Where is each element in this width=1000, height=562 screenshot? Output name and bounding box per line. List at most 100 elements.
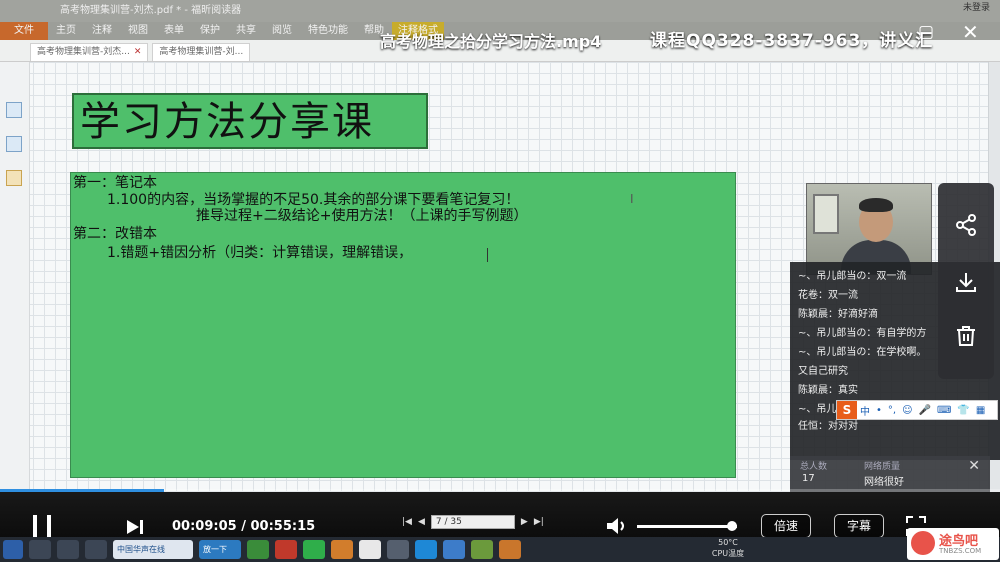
next-page-icon[interactable]: ▶ — [521, 517, 528, 527]
taskview-icon[interactable] — [57, 540, 79, 559]
slide-title: 学习方法分享课 — [80, 99, 374, 145]
volume-knob[interactable] — [727, 521, 737, 531]
ime-fullwidth-icon[interactable]: °, — [888, 405, 896, 416]
chat-message: 花卷：双一流 — [798, 290, 858, 301]
pdf-page-navigator: |◀ ◀ 7 / 35 ▶ ▶| — [402, 514, 602, 530]
slide-heading-notebook: 第一：笔记本 — [73, 175, 157, 191]
next-icon[interactable] — [126, 519, 144, 535]
video-action-rail — [938, 183, 994, 379]
chat-message: 陈颖晨：真实 — [798, 385, 858, 396]
pause-icon[interactable] — [33, 515, 55, 539]
watermark-logo-icon — [911, 531, 935, 555]
video-filename: 高考物理之拾分学习方法.mp4 — [380, 32, 602, 51]
volume-icon[interactable] — [606, 516, 628, 536]
chat-message: ~、吊儿郎当の：有自学的方 — [798, 328, 927, 339]
bookmark-icon[interactable] — [6, 136, 22, 152]
account-status: 未登录 — [962, 3, 990, 13]
chat-message: 陈颖晨：好滴好滴 — [798, 309, 878, 320]
ime-voice-icon[interactable]: 🎤 — [919, 405, 931, 416]
document-tab-label: 高考物理集训营-刘杰... — [37, 47, 130, 57]
first-page-icon[interactable]: |◀ — [402, 517, 412, 527]
slide-title-box: 学习方法分享课 — [72, 93, 428, 149]
video-progress-bar[interactable] — [0, 489, 1000, 492]
menu-home[interactable]: 主页 — [48, 22, 84, 40]
os-taskbar: 中国华声在线 放一下 — [0, 537, 1000, 562]
ime-skin-icon[interactable]: 👕 — [957, 405, 969, 416]
sogou-ime-icon[interactable]: S — [837, 401, 857, 419]
comment-icon[interactable] — [6, 170, 22, 186]
chat-message: 又自己研究 — [798, 366, 848, 377]
video-progress-fill — [0, 489, 164, 492]
total-time: 00:55:15 — [250, 519, 316, 534]
site-watermark: 途鸟吧 TNBZS.COM — [907, 528, 999, 560]
menu-features[interactable]: 特色功能 — [300, 22, 356, 40]
taskbar-app-icon[interactable] — [247, 540, 269, 559]
page-number-input[interactable]: 7 / 35 — [430, 515, 515, 529]
ime-toolbar[interactable]: S 中 • °, ☺ 🎤 ⌨ 👕 ▦ — [836, 400, 998, 420]
wechat-icon[interactable] — [303, 540, 325, 559]
taskbar-app-icon[interactable] — [499, 540, 521, 559]
document-tab-1[interactable]: 高考物理集训营-刘杰... ✕ — [30, 43, 149, 61]
network-quality-label: 网络质量 — [864, 462, 901, 472]
chat-message: ~、吊儿 — [798, 404, 837, 415]
taskbar-app-icon[interactable] — [387, 540, 409, 559]
menu-review[interactable]: 阅览 — [264, 22, 300, 40]
menu-share[interactable]: 共享 — [228, 22, 264, 40]
course-banner: 课程QQ328-3837-963，讲义汇 — [650, 31, 934, 51]
share-icon[interactable] — [954, 213, 978, 237]
room-stats: 总人数 17 网络质量 网络很好 ✕ — [790, 456, 990, 492]
playback-time: 00:09:05 / 00:55:15 — [172, 519, 315, 534]
taskbar-app-icon[interactable] — [331, 540, 353, 559]
start-icon[interactable] — [3, 540, 23, 559]
delete-icon[interactable] — [954, 324, 978, 348]
ime-mode-chinese[interactable]: 中 — [860, 403, 870, 418]
volume-slider[interactable] — [637, 521, 737, 531]
text-caret — [487, 248, 488, 262]
taskbar-browser-item[interactable]: 中国华声在线 — [113, 540, 193, 559]
taskbar-app-icon[interactable] — [471, 540, 493, 559]
subtitle-button[interactable]: 字幕 — [834, 514, 884, 538]
cpu-temp-widget: 50°C CPU温度 — [704, 537, 752, 559]
download-icon[interactable] — [954, 270, 978, 294]
ibeam-cursor-icon: I — [630, 192, 634, 206]
menu-view[interactable]: 视图 — [120, 22, 156, 40]
pdf-window-title: 高考物理集训营-刘杰.pdf * - 福昕阅读器 — [60, 5, 242, 16]
page-thumbnail-icon[interactable] — [6, 102, 22, 118]
cpu-temp-value: 50°C — [718, 538, 738, 547]
prev-page-icon[interactable]: ◀ — [418, 517, 425, 527]
taskbar-app-item[interactable]: 放一下 — [199, 540, 241, 559]
ime-punct-icon[interactable]: • — [876, 405, 882, 416]
menu-annotate[interactable]: 注释 — [84, 22, 120, 40]
taskbar-app-icon[interactable] — [359, 540, 381, 559]
close-icon[interactable]: ✕ — [962, 20, 979, 44]
speed-button[interactable]: 倍速 — [761, 514, 811, 538]
close-icon[interactable]: ✕ — [134, 47, 142, 57]
ime-emoji-icon[interactable]: ☺ — [902, 405, 912, 416]
ime-keyboard-icon[interactable]: ⌨ — [937, 405, 951, 416]
menu-file[interactable]: 文件 — [0, 22, 48, 40]
close-icon[interactable]: ✕ — [968, 458, 980, 474]
cpu-temp-label: CPU温度 — [711, 549, 745, 558]
document-tab-2[interactable]: 高考物理集训营-刘... — [152, 43, 251, 61]
taskbar-app-icon[interactable] — [443, 540, 465, 559]
total-count-label: 总人数 — [800, 462, 828, 472]
slide-heading-error-book: 第二：改错本 — [73, 226, 157, 242]
menu-form[interactable]: 表单 — [156, 22, 192, 40]
settings-icon[interactable] — [85, 540, 107, 559]
webcam-window-frame — [813, 194, 839, 234]
network-quality-value: 网络很好 — [864, 477, 904, 488]
cortana-icon[interactable] — [29, 540, 51, 559]
total-count-value: 17 — [802, 473, 815, 484]
menu-protect[interactable]: 保护 — [192, 22, 228, 40]
watermark-subtext: TNBZS.COM — [939, 547, 982, 555]
slide-line-notebook-2: 推导过程+二级结论+使用方法！（上课的手写例题） — [196, 208, 528, 224]
time-separator: / — [241, 519, 246, 534]
ime-tools-icon[interactable]: ▦ — [976, 405, 985, 416]
chat-message: ~、吊儿郎当の：在学校啊。 — [798, 347, 927, 358]
edge-icon[interactable] — [415, 540, 437, 559]
last-page-icon[interactable]: ▶| — [534, 517, 544, 527]
chat-message: ~、吊儿郎当の：双一流 — [798, 271, 907, 282]
taskbar-app-icon[interactable] — [275, 540, 297, 559]
pdf-left-toolbar — [0, 62, 30, 492]
pip-icon[interactable]: ▢ — [918, 22, 934, 42]
